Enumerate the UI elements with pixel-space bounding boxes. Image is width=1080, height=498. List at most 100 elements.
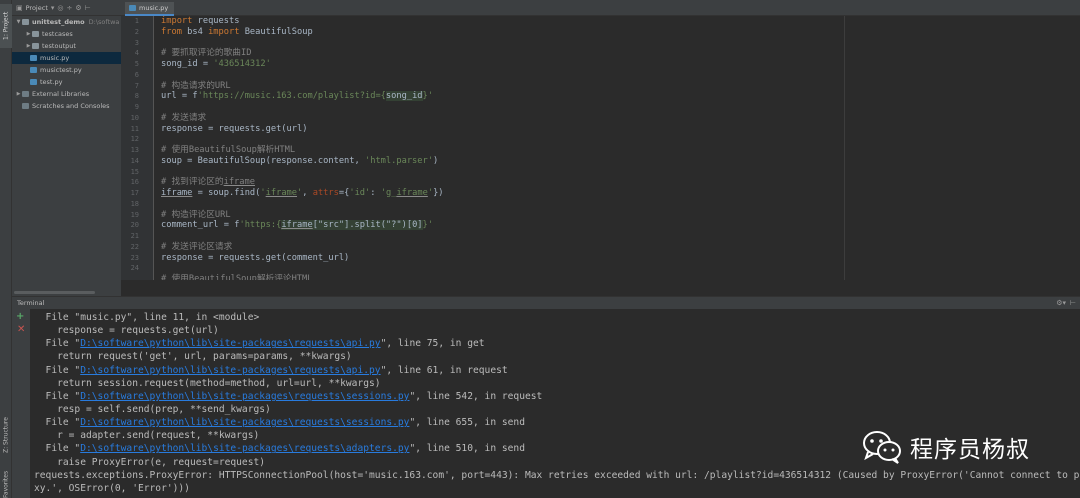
tree-item-label: musictest.py [40, 66, 82, 74]
watermark-text: 程序员杨叔 [910, 437, 1030, 463]
line-number: 17 [130, 189, 139, 197]
line-number: 20 [130, 221, 139, 230]
collapse-arrow-icon[interactable]: ▶ [25, 28, 32, 40]
code-line[interactable] [155, 167, 1080, 178]
collapse-arrow-icon[interactable]: ▶ [15, 88, 22, 100]
line-number: 1 [134, 17, 139, 25]
code-line[interactable]: response = requests.get(comment_url) [155, 253, 1080, 264]
project-tree: ▼ unittest_demo D:\softwa ▶ testcases ▶ testou… [12, 16, 121, 112]
chevron-down-icon[interactable]: ▾ [51, 4, 55, 12]
code-line[interactable]: from bs4 import BeautifulSoup [155, 27, 1080, 38]
tree-item-py[interactable]: test.py [12, 76, 121, 88]
terminal-line: return request('get', url, params=params… [34, 351, 352, 363]
tree-item-label: External Libraries [32, 90, 90, 98]
tree-item-folder[interactable]: ▶ testoutput [12, 40, 121, 52]
library-icon [22, 91, 29, 97]
file-path-link[interactable]: D:\software\python\lib\site-packages\req… [80, 365, 380, 376]
tool-window-favorites-tab[interactable]: Favorites [0, 470, 12, 498]
tree-item-folder[interactable]: ▶ testcases [12, 28, 121, 40]
line-number: 23 [130, 253, 139, 262]
tree-item-lib[interactable]: ▶ External Libraries [12, 88, 121, 100]
code-line[interactable] [155, 70, 1080, 81]
code-line[interactable] [155, 199, 1080, 210]
tree-item-project[interactable]: ▼ unittest_demo D:\softwa [12, 16, 121, 28]
split-icon[interactable]: ÷ [67, 4, 73, 12]
close-icon[interactable]: ✕ [17, 325, 25, 335]
terminal-line: resp = self.send(prep, **send_kwargs) [34, 403, 271, 415]
tree-item-py[interactable]: musictest.py [12, 64, 121, 76]
watermark: 程序员杨叔 [862, 430, 1030, 464]
line-number: 18 [130, 199, 139, 208]
tree-item-scratch[interactable]: Scratches and Consoles [12, 100, 121, 112]
code-line[interactable]: # 构造评论区URL [155, 210, 1080, 221]
line-number: 6 [134, 70, 139, 79]
code-line[interactable] [155, 231, 1080, 242]
terminal-text: File " [34, 443, 81, 455]
line-number: 8 [134, 92, 139, 101]
minimize-icon[interactable]: ⊢ [1070, 297, 1076, 309]
code-line[interactable]: soup = BeautifulSoup(response.content, '… [155, 156, 1080, 167]
file-path-link[interactable]: D:\software\python\lib\site-packages\req… [80, 417, 409, 428]
file-path-link[interactable]: D:\software\python\lib\site-packages\req… [80, 391, 409, 402]
terminal-text: ", line 655, in send [409, 417, 525, 429]
line-number: 2 [134, 27, 139, 36]
terminal-line: requests.exceptions.ProxyError: HTTPSCon… [34, 469, 1080, 481]
code-line[interactable] [155, 38, 1080, 49]
gear-icon[interactable]: ⚙▾ [1056, 297, 1066, 309]
line-number: 19 [130, 210, 139, 219]
tool-window-structure-tab[interactable]: Z: Structure [0, 415, 12, 455]
line-number: 21 [130, 232, 139, 240]
target-icon[interactable]: ◎ [57, 4, 63, 12]
code-line[interactable]: comment_url = f'https:{iframe["src"].spl… [155, 220, 1080, 231]
folder-icon [32, 43, 39, 49]
editor-tab-music-py[interactable]: music.py [125, 2, 175, 16]
collapse-arrow-icon[interactable]: ▶ [25, 40, 32, 52]
code-line[interactable]: iframe = soup.find('iframe', attrs={'id'… [155, 188, 1080, 199]
code-line[interactable]: # 要抓取评论的歌曲ID [155, 48, 1080, 59]
line-number: 16 [130, 178, 139, 187]
project-panel-header: ▣ Project ▾ ◎ ÷ ⚙ ⊢ [12, 0, 121, 16]
code-line[interactable] [155, 134, 1080, 145]
left-tool-strip: 1: Project Z: Structure Favorites [0, 0, 12, 498]
code-editor[interactable]: import requests from bs4 import Beautiful… [155, 16, 1080, 280]
code-line[interactable] [155, 263, 1080, 274]
tree-item-label: unittest_demo [32, 18, 85, 26]
code-line[interactable]: # 发送请求 [155, 113, 1080, 124]
line-number: 5 [134, 60, 139, 68]
line-number: 9 [134, 103, 139, 111]
terminal-output[interactable]: File "music.py", line 11, in <module> re… [30, 309, 1080, 498]
terminal-text: ", line 75, in get [380, 338, 485, 350]
code-line[interactable]: # 使用BeautifulSoup解析HTML [155, 145, 1080, 156]
terminal-line: return session.request(method=method, ur… [34, 377, 381, 389]
python-file-icon [30, 67, 37, 73]
code-line[interactable]: import requests [155, 16, 1080, 27]
code-line[interactable]: # 发送评论区请求 [155, 242, 1080, 253]
terminal-text: ", line 510, in send [409, 443, 525, 455]
terminal-line: xy.', OSError(0, 'Error'))) [34, 482, 190, 494]
file-path-link[interactable]: D:\software\python\lib\site-packages\req… [80, 443, 409, 454]
gear-icon[interactable]: ⚙ [75, 4, 81, 12]
file-path-link[interactable]: D:\software\python\lib\site-packages\req… [80, 338, 380, 349]
tool-window-project-tab[interactable]: 1: Project [0, 4, 12, 48]
hide-icon[interactable]: ⊢ [85, 4, 91, 12]
terminal-line: File "D:\software\python\lib\site-packag… [30, 390, 1080, 403]
code-line[interactable]: response = requests.get(url) [155, 124, 1080, 135]
terminal-line: response = requests.get(url) [34, 325, 219, 337]
project-horizontal-scrollbar[interactable] [14, 291, 95, 294]
code-line[interactable]: song_id = '436514312' [155, 59, 1080, 70]
code-line[interactable]: # 找到评论区的iframe [155, 177, 1080, 188]
expand-arrow-icon[interactable]: ▼ [15, 16, 22, 28]
editor-bottom-area [121, 280, 1080, 296]
python-file-icon [30, 79, 37, 85]
terminal-text: File " [34, 364, 81, 376]
code-line[interactable]: url = f'https://music.163.com/playlist?i… [155, 91, 1080, 102]
project-view-selector[interactable]: Project [26, 4, 48, 12]
scratch-icon [22, 103, 29, 109]
code-line[interactable] [155, 102, 1080, 113]
add-icon[interactable]: + [16, 312, 24, 322]
code-line[interactable]: # 构造请求的URL [155, 81, 1080, 92]
editor-tab-bar: music.py [121, 0, 1080, 16]
editor-tab-label: music.py [139, 4, 169, 12]
tree-item-py[interactable]: music.py [12, 52, 121, 64]
terminal-text: File " [34, 338, 81, 350]
